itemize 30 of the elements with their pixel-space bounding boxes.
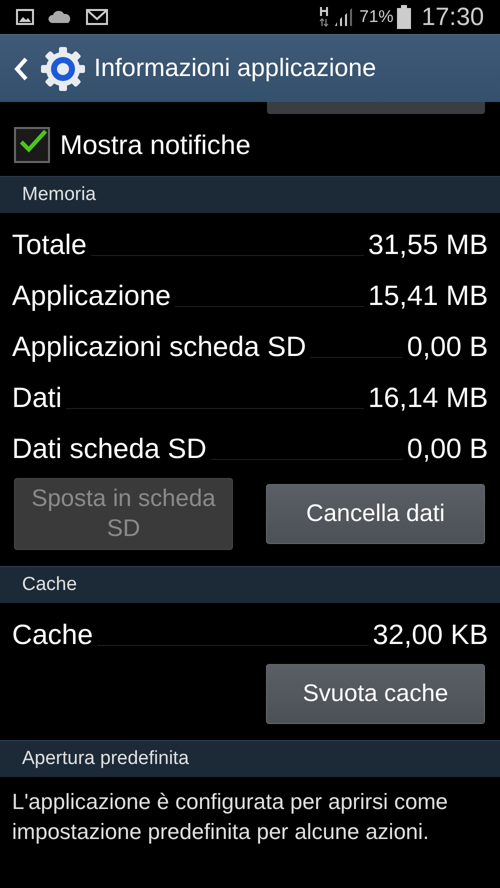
row-label: Applicazioni scheda SD bbox=[12, 330, 306, 362]
screen-title: Informazioni applicazione bbox=[94, 54, 376, 83]
checkbox-label: Mostra notifiche bbox=[60, 130, 251, 160]
section-header: Apertura predefinita bbox=[0, 740, 500, 777]
section-header: Memoria bbox=[0, 176, 500, 213]
row-label: Dati scheda SD bbox=[12, 432, 207, 464]
action-button[interactable]: Cancella dati bbox=[266, 484, 485, 544]
network-type-icon bbox=[319, 6, 330, 28]
action-button[interactable]: Svuota cache bbox=[266, 664, 485, 724]
row-label: Dati bbox=[12, 382, 62, 414]
row-label: Applicazione bbox=[12, 280, 171, 312]
battery-percentage: 71% bbox=[359, 7, 394, 27]
section-header: Cache bbox=[0, 566, 500, 603]
row-label: Cache bbox=[12, 618, 93, 650]
back-icon[interactable] bbox=[14, 56, 28, 80]
row-value: 32,00 KB bbox=[372, 618, 488, 650]
checkbox[interactable] bbox=[14, 127, 50, 163]
clock: 17:30 bbox=[421, 2, 484, 32]
battery-icon bbox=[397, 5, 412, 29]
gear-icon bbox=[40, 46, 86, 92]
row-value: 0,00 B bbox=[407, 432, 488, 464]
description-text: L'applicazione è configurata per aprirsi come impostazione predefinita per alcune azioni. bbox=[12, 788, 449, 846]
row-label: Totale bbox=[12, 228, 87, 260]
row-value: 0,00 B bbox=[407, 330, 488, 362]
cloud-icon bbox=[48, 10, 72, 24]
row-value: 16,14 MB bbox=[368, 382, 488, 414]
row-value: 15,41 MB bbox=[368, 280, 488, 312]
row-value: 31,55 MB bbox=[368, 228, 488, 260]
image-icon bbox=[16, 9, 34, 25]
mail-icon bbox=[86, 9, 108, 25]
